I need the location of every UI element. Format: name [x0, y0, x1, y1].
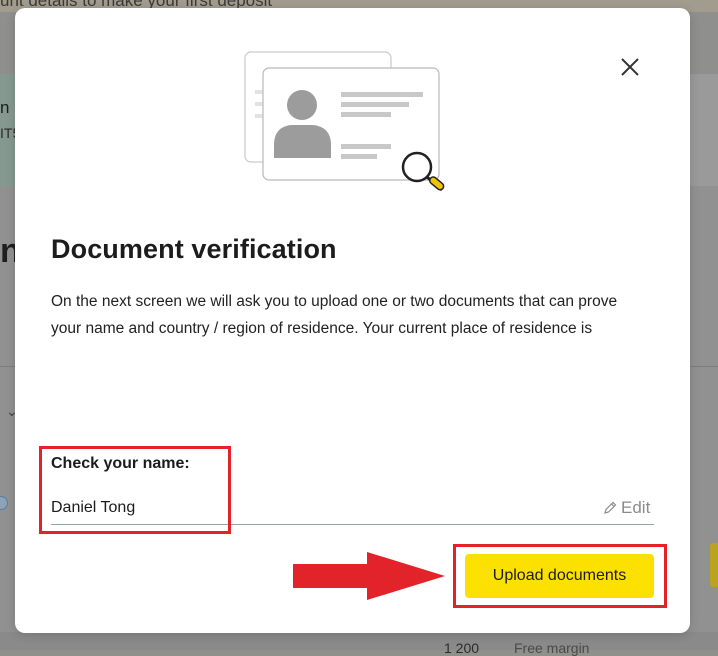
edit-name-link[interactable]: Edit — [603, 498, 650, 518]
annotation-box-name — [39, 446, 231, 534]
background-avatar — [690, 74, 718, 186]
modal-title: Document verification — [51, 234, 337, 264]
edit-label: Edit — [621, 498, 651, 517]
close-icon — [621, 58, 639, 76]
annotation-arrow-icon — [293, 552, 445, 600]
modal-description: On the next screen we will ask you to up… — [51, 293, 618, 337]
background-footer — [0, 632, 718, 650]
id-card-magnifier-illustration — [244, 51, 445, 192]
close-button[interactable] — [617, 54, 643, 80]
background-yellow-button — [710, 543, 718, 587]
background-amount: 1 200 — [444, 640, 480, 656]
document-verification-modal: Document verification On the next screen… — [15, 8, 690, 633]
background-free-margin: Free margin — [514, 640, 590, 656]
pencil-icon — [604, 501, 617, 514]
annotation-box-upload — [453, 544, 667, 608]
